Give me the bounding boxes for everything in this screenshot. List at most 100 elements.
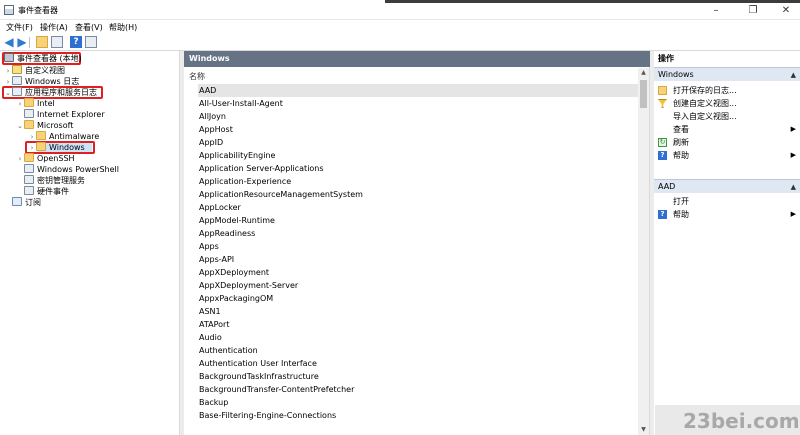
log-list-item[interactable]: Base-Filtering-Engine-Connections xyxy=(198,409,638,422)
properties-icon[interactable] xyxy=(85,36,97,48)
actions-section-windows[interactable]: Windows ▲ xyxy=(654,67,800,81)
folder-icon xyxy=(658,86,667,95)
close-button[interactable]: ✕ xyxy=(776,4,796,18)
tree-internet-explorer[interactable]: Internet Explorer xyxy=(16,109,105,120)
log-list-item[interactable]: AppLocker xyxy=(198,201,638,214)
action-label: 打开 xyxy=(673,197,689,206)
minimize-button[interactable]: – xyxy=(706,4,726,18)
menu-action[interactable]: 操作(A) xyxy=(40,22,68,33)
help-icon: ? xyxy=(658,151,667,160)
action-item[interactable]: ? 帮助 ▶ xyxy=(654,149,800,162)
log-list-item[interactable]: AppModel-Runtime xyxy=(198,214,638,227)
custom-view-icon xyxy=(12,65,22,74)
log-list-item[interactable]: Authentication User Interface xyxy=(198,357,638,370)
log-list-item[interactable]: ATAPort xyxy=(198,318,638,331)
tree-intel[interactable]: › Intel xyxy=(16,98,55,109)
folder-icon xyxy=(24,120,34,129)
toolbar-separator xyxy=(29,37,30,48)
watermark: 23bei.com xyxy=(655,405,800,435)
tree-root[interactable]: 事件查看器 (本地) xyxy=(4,53,82,64)
log-icon xyxy=(24,109,34,118)
log-icon xyxy=(24,164,34,173)
action-item[interactable]: ? 帮助 ▶ xyxy=(654,208,800,221)
log-list-item[interactable]: AllJoyn xyxy=(198,110,638,123)
folder-icon xyxy=(24,98,34,107)
action-item[interactable]: 创建自定义视图... xyxy=(654,97,800,110)
log-list-item[interactable]: AppXDeployment-Server xyxy=(198,279,638,292)
submenu-arrow-icon: ▶ xyxy=(790,210,796,218)
scroll-down-icon[interactable]: ▼ xyxy=(638,425,649,435)
action-label: 帮助 xyxy=(673,151,689,160)
tree-custom-views[interactable]: › 自定义视图 xyxy=(4,65,65,76)
log-list-item[interactable]: Application Server-Applications xyxy=(198,162,638,175)
log-list-item[interactable]: AppxPackagingOM xyxy=(198,292,638,305)
scroll-up-icon[interactable]: ▲ xyxy=(638,68,649,78)
log-list-item[interactable]: Apps-API xyxy=(198,253,638,266)
log-list-item[interactable]: ApplicabilityEngine xyxy=(198,149,638,162)
log-list-item[interactable]: ASN1 xyxy=(198,305,638,318)
filter-icon xyxy=(658,99,667,108)
tree-openssh[interactable]: › OpenSSH xyxy=(16,153,75,164)
menu-help[interactable]: 帮助(H) xyxy=(109,22,137,33)
log-list-item[interactable]: Apps xyxy=(198,240,638,253)
log-list-item[interactable]: ApplicationResourceManagementSystem xyxy=(198,188,638,201)
log-list: AAD All-User-Install-Agent AllJoyn AppHost A… xyxy=(198,84,638,422)
chevron-down-icon[interactable]: ⌄ xyxy=(4,88,12,99)
open-log-icon[interactable] xyxy=(36,36,48,48)
menu-bar: 文件(F) 操作(A) 查看(V) 帮助(H) xyxy=(0,20,800,34)
column-header-name[interactable]: 名称 xyxy=(184,70,650,83)
tree-powershell[interactable]: Windows PowerShell xyxy=(16,164,119,175)
collapse-icon[interactable]: ▲ xyxy=(791,68,796,82)
actions-title: 操作 xyxy=(654,51,800,67)
action-item[interactable]: 查看 ▶ xyxy=(654,123,800,136)
action-label: 创建自定义视图... xyxy=(673,99,737,108)
folder-icon xyxy=(36,142,46,151)
action-label: 导入自定义视图... xyxy=(673,112,737,121)
log-list-item[interactable]: AAD xyxy=(198,84,638,97)
log-list-item[interactable]: AppXDeployment xyxy=(198,266,638,279)
action-item[interactable]: 打开 xyxy=(654,195,800,208)
log-list-item[interactable]: All-User-Install-Agent xyxy=(198,97,638,110)
back-arrow-icon[interactable]: ◀ xyxy=(3,36,15,48)
tree-microsoft[interactable]: ⌄ Microsoft xyxy=(16,120,73,131)
toolbar: ◀ ▶ ? xyxy=(0,34,800,51)
folder-icon xyxy=(36,131,46,140)
refresh-icon: ↻ xyxy=(658,138,667,147)
help-icon: ? xyxy=(658,210,667,219)
help-icon[interactable]: ? xyxy=(70,36,82,48)
tree-subscriptions[interactable]: 订阅 xyxy=(4,197,41,208)
collapse-icon[interactable]: ▲ xyxy=(791,180,796,194)
vertical-scrollbar[interactable]: ▲ ▼ xyxy=(638,68,649,435)
computer-icon xyxy=(4,53,14,62)
log-list-item[interactable]: AppReadiness xyxy=(198,227,638,240)
log-list-item[interactable]: AppID xyxy=(198,136,638,149)
log-list-item[interactable]: Audio xyxy=(198,331,638,344)
actions-section-aad[interactable]: AAD ▲ xyxy=(654,179,800,193)
action-label: 帮助 xyxy=(673,210,689,219)
show-tree-icon[interactable] xyxy=(51,36,63,48)
pane-header: Windows xyxy=(184,51,650,67)
chevron-down-icon[interactable]: ⌄ xyxy=(16,121,24,132)
tree-apps-services[interactable]: ⌄ 应用程序和服务日志 xyxy=(4,87,97,98)
action-item[interactable]: 打开保存的日志... xyxy=(654,84,800,97)
log-list-item[interactable]: BackgroundTaskInfrastructure xyxy=(198,370,638,383)
log-list-item[interactable]: BackgroundTransfer-ContentPrefetcher xyxy=(198,383,638,396)
menu-view[interactable]: 查看(V) xyxy=(75,22,103,33)
event-viewer-app-icon xyxy=(4,5,14,15)
action-item[interactable]: 导入自定义视图... xyxy=(654,110,800,123)
action-label: 查看 xyxy=(673,125,689,134)
log-list-item[interactable]: Application-Experience xyxy=(198,175,638,188)
submenu-arrow-icon: ▶ xyxy=(790,125,796,133)
scroll-thumb[interactable] xyxy=(640,80,647,108)
menu-file[interactable]: 文件(F) xyxy=(6,22,33,33)
forward-arrow-icon[interactable]: ▶ xyxy=(16,36,28,48)
tree-hardware-events[interactable]: 硬件事件 xyxy=(16,186,69,197)
log-list-item[interactable]: Backup xyxy=(198,396,638,409)
log-list-item[interactable]: AppHost xyxy=(198,123,638,136)
log-folder-icon xyxy=(12,76,22,85)
log-list-item[interactable]: Authentication xyxy=(198,344,638,357)
tree-windows[interactable]: › Windows xyxy=(28,142,85,153)
tree-key-management[interactable]: 密钥管理服务 xyxy=(16,175,85,186)
action-item[interactable]: ↻ 刷新 xyxy=(654,136,800,149)
restore-button[interactable]: ❐ xyxy=(743,4,763,18)
